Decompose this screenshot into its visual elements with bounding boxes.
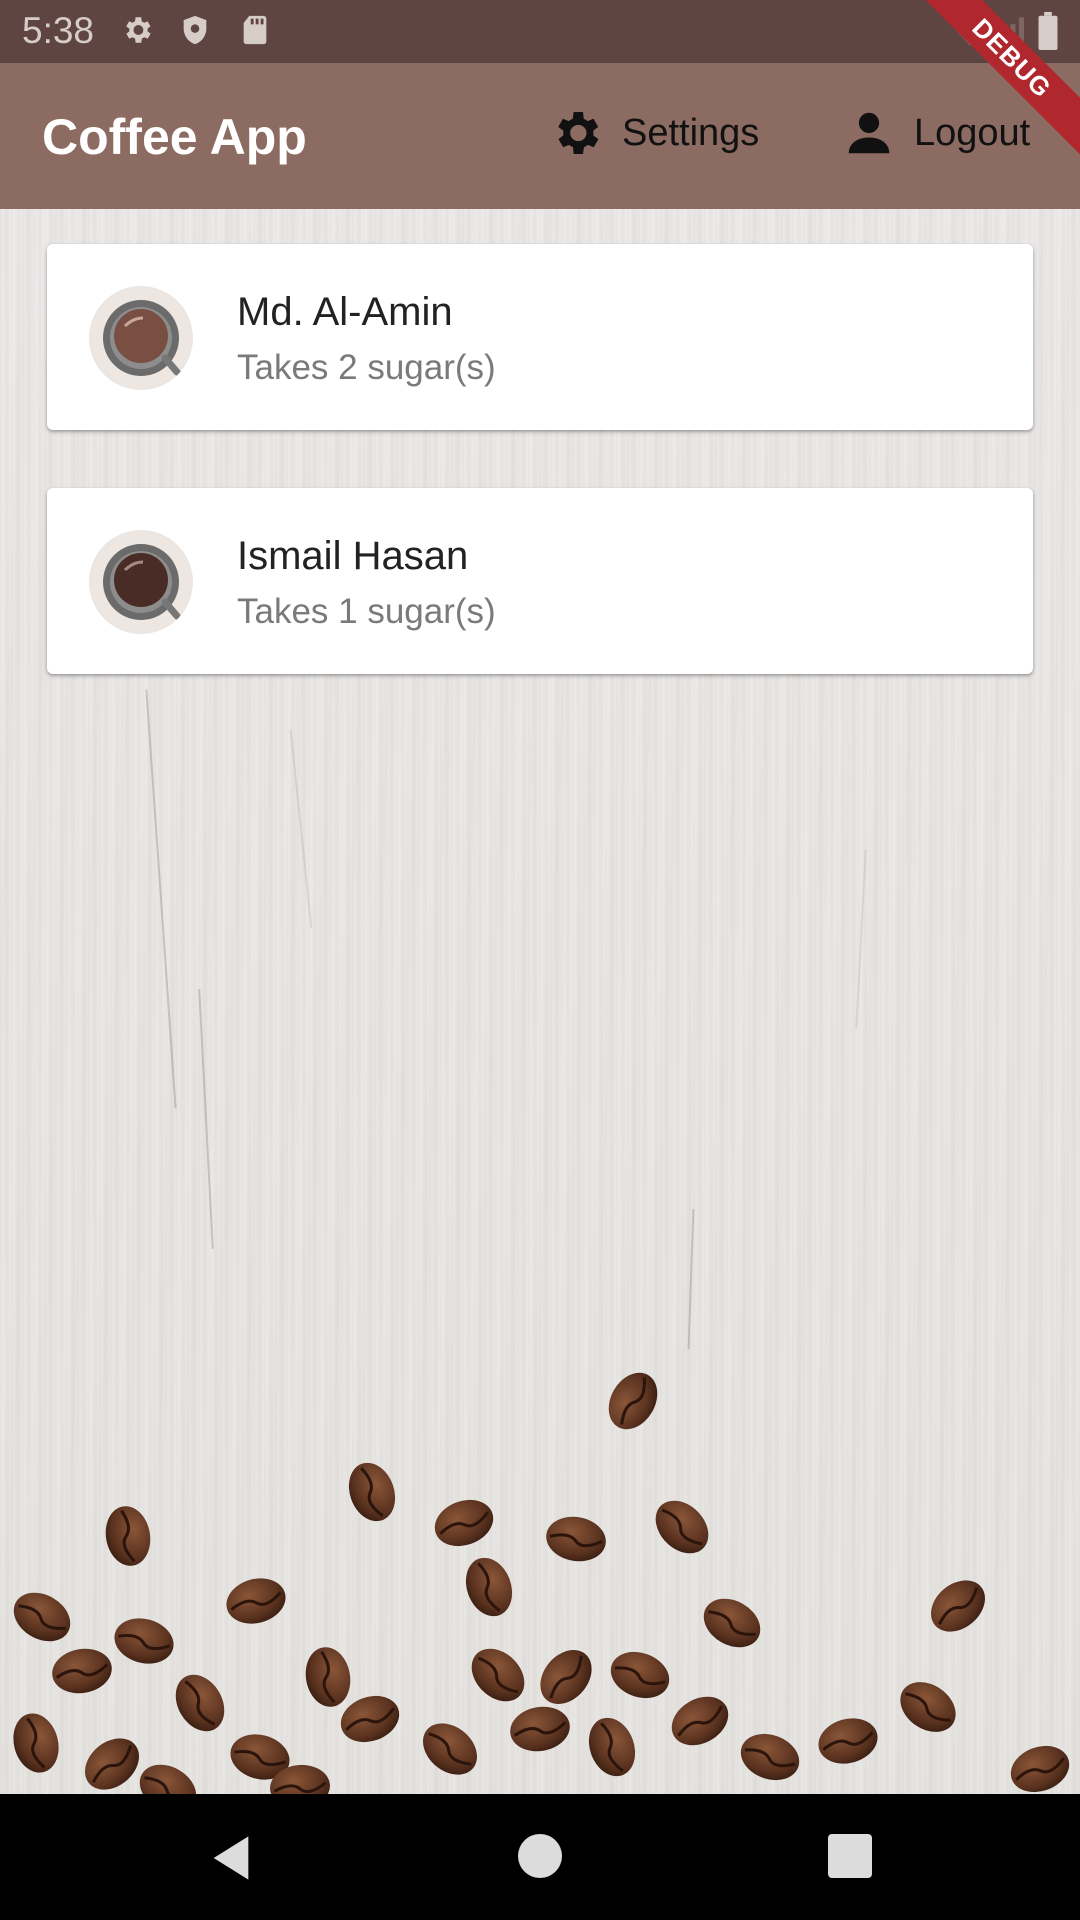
shield-icon [183,15,207,45]
recents-icon[interactable] [826,1832,874,1880]
person-icon [848,112,890,154]
logout-label: Logout [914,111,1031,154]
app-title: Coffee App [42,109,307,165]
gear-icon [558,112,599,154]
battery-icon [1038,12,1058,50]
brew-card-1[interactable]: Md. Al-Amin Takes 2 sugar(s) [47,244,1033,430]
coffee-cup-avatar [89,530,193,634]
coffee-background [0,209,1080,1794]
customer-name: Ismail Hasan [237,534,469,578]
brew-card-2[interactable]: Ismail Hasan Takes 1 sugar(s) [47,488,1033,674]
coffee-cup-icon [91,288,191,388]
settings-button[interactable]: Settings [548,103,759,163]
coffee-cup-avatar [89,286,193,390]
sugar-count: Takes 1 sugar(s) [237,592,496,631]
logout-button[interactable]: Logout [842,103,1030,163]
back-icon[interactable] [205,1832,257,1884]
settings-label: Settings [622,111,760,154]
customer-name: Md. Al-Amin [237,290,453,334]
status-time: 5:38 [22,10,95,51]
coffee-beans-image [3,1362,1078,1794]
gear-icon [126,17,151,43]
status-bar: 5:38 [0,0,1080,63]
coffee-cup-icon [91,532,191,632]
app-bar: Coffee App Settings Logout [0,63,1080,209]
sd-card-icon [243,15,267,45]
home-icon[interactable] [516,1832,564,1880]
system-nav-bar [0,1794,1080,1920]
sugar-count: Takes 2 sugar(s) [237,348,496,387]
